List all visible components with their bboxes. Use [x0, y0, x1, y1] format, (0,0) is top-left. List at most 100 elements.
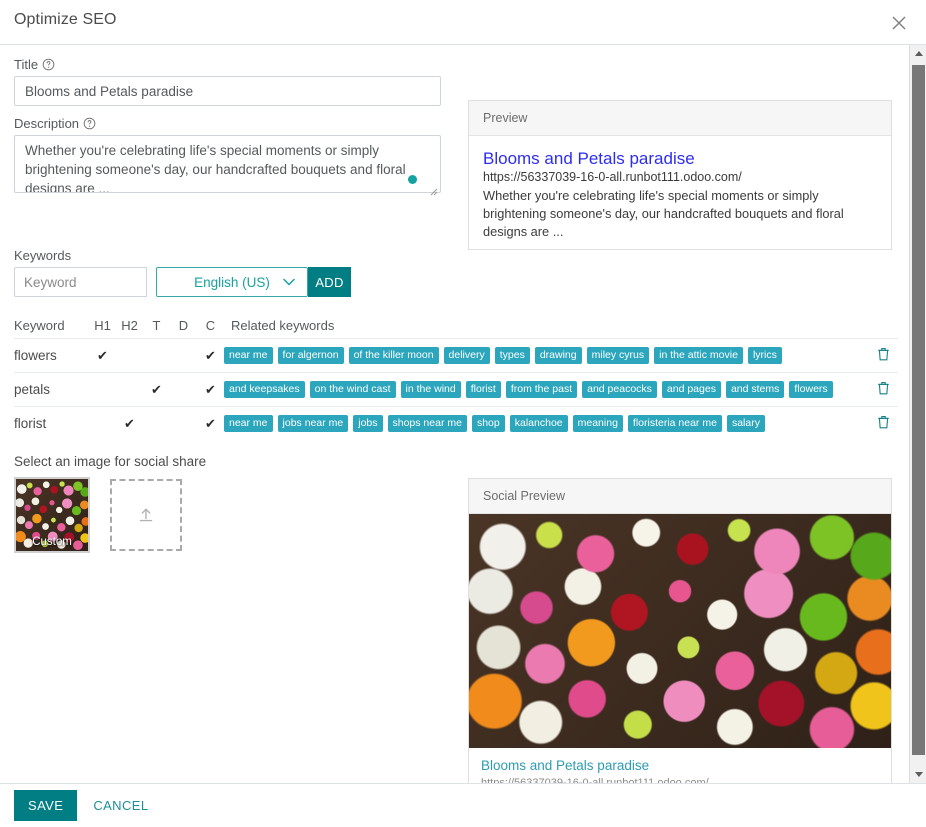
trash-icon[interactable]: [877, 415, 890, 429]
related-keyword-tag[interactable]: kalanchoe: [510, 415, 568, 432]
language-select-value: English (US): [194, 275, 270, 290]
delete-keyword-cell: [868, 415, 898, 432]
related-keyword-tag[interactable]: for algernon: [278, 347, 344, 364]
related-keyword-tag[interactable]: delivery: [444, 347, 490, 364]
dialog-body: Title Description: [0, 45, 926, 783]
optimize-seo-dialog: Optimize SEO Title: [0, 0, 926, 827]
table-row: petals ✔ ✔ and keepsakes on the wind cast in …: [14, 372, 898, 406]
serp-url: https://56337039-16-0-all.runbot111.odoo…: [483, 170, 877, 184]
related-keyword-tag[interactable]: jobs: [353, 415, 382, 432]
column-header-c: C: [197, 318, 224, 333]
cancel-button[interactable]: CANCEL: [91, 790, 150, 821]
column-header-related: Related keywords: [224, 318, 868, 333]
keyword-cell: petals: [14, 382, 89, 397]
related-keyword-tag[interactable]: on the wind cast: [310, 381, 396, 398]
related-keyword-tag[interactable]: drawing: [535, 347, 582, 364]
check-icon: ✔: [205, 382, 216, 397]
preview-panel-header: Preview: [469, 101, 891, 136]
upload-icon: [136, 505, 156, 525]
related-keyword-tag[interactable]: lyrics: [748, 347, 782, 364]
related-keyword-tag[interactable]: and stems: [726, 381, 784, 398]
upload-image-button[interactable]: [110, 479, 182, 551]
keywords-label: Keywords: [14, 248, 351, 263]
related-keyword-tag[interactable]: salary: [727, 415, 765, 432]
scroll-down-arrow-icon[interactable]: [910, 766, 926, 783]
trash-icon[interactable]: [877, 381, 890, 395]
description-label: Description: [14, 116, 79, 131]
column-header-t: T: [143, 318, 170, 333]
related-keyword-tag[interactable]: shops near me: [388, 415, 467, 432]
social-preview-title[interactable]: Blooms and Petals paradise: [481, 757, 879, 775]
dialog-header: Optimize SEO: [0, 0, 926, 45]
close-icon[interactable]: [884, 8, 914, 38]
help-circle-icon[interactable]: [42, 58, 55, 71]
related-keyword-tag[interactable]: floristeria near me: [628, 415, 722, 432]
related-keyword-tag[interactable]: florist: [466, 381, 501, 398]
related-keyword-tag[interactable]: in the attic movie: [654, 347, 743, 364]
related-keyword-tag[interactable]: and peacocks: [582, 381, 657, 398]
serp-preview-panel: Preview Blooms and Petals paradise https…: [468, 100, 892, 250]
related-keyword-tag[interactable]: in the wind: [401, 381, 461, 398]
dialog-scrollbar[interactable]: [909, 45, 926, 783]
check-icon: ✔: [151, 382, 162, 397]
language-select[interactable]: English (US): [156, 267, 308, 297]
seo-title-input[interactable]: [14, 76, 441, 106]
add-keyword-button[interactable]: ADD: [308, 267, 351, 297]
check-icon: ✔: [124, 416, 135, 431]
chevron-down-icon: [283, 278, 295, 286]
keywords-table-header: Keyword H1 H2 T D C Related keywords: [14, 312, 898, 338]
title-label: Title: [14, 57, 38, 72]
related-keyword-tag[interactable]: flowers: [789, 381, 832, 398]
description-field-group: Description: [14, 116, 441, 198]
related-keyword-tag[interactable]: meaning: [573, 415, 623, 432]
column-header-h1: H1: [89, 318, 116, 333]
social-preview-text: Blooms and Petals paradise https://56337…: [469, 748, 891, 783]
serp-title[interactable]: Blooms and Petals paradise: [483, 148, 877, 169]
check-icon: ✔: [97, 348, 108, 363]
social-image-thumbnail-custom[interactable]: Custom: [16, 479, 88, 551]
column-header-h2: H2: [116, 318, 143, 333]
keyword-input[interactable]: [14, 267, 147, 297]
related-keyword-tag[interactable]: of the killer moon: [349, 347, 439, 364]
flag-cell-c: ✔: [197, 416, 224, 431]
table-row: florist✔✔near mejobs near mejobsshops ne…: [14, 406, 898, 440]
related-keyword-tag[interactable]: miley cyrus: [587, 347, 650, 364]
related-keyword-tag[interactable]: jobs near me: [278, 415, 349, 432]
scroll-up-arrow-icon[interactable]: [910, 45, 926, 62]
table-row: flowers✔✔near mefor algernonof the kille…: [14, 338, 898, 372]
title-field-group: Title: [14, 57, 441, 106]
dialog-footer: SAVE CANCEL: [0, 783, 926, 827]
related-keywords-cell: and keepsakes on the wind cast in the wind…: [224, 381, 868, 398]
check-icon: ✔: [205, 348, 216, 363]
related-keyword-tag[interactable]: and pages: [662, 381, 721, 398]
social-image-picker: Custom: [16, 479, 182, 551]
description-wrapper: [14, 135, 441, 198]
scrollbar-thumb[interactable]: [912, 65, 925, 755]
help-circle-icon[interactable]: [83, 117, 96, 130]
description-label-row: Description: [14, 116, 441, 131]
related-keyword-tag[interactable]: near me: [224, 415, 273, 432]
keyword-add-row: English (US) ADD: [14, 267, 351, 297]
seo-description-textarea[interactable]: [14, 135, 441, 193]
column-header-d: D: [170, 318, 197, 333]
related-keyword-tag[interactable]: near me: [224, 347, 273, 364]
serp-result: Blooms and Petals paradise https://56337…: [469, 136, 891, 255]
social-image-section-label: Select an image for social share: [14, 454, 206, 469]
column-header-keyword: Keyword: [14, 318, 89, 333]
save-button[interactable]: SAVE: [14, 790, 77, 821]
flowers-photo: [469, 514, 891, 748]
related-keywords-cell: near me jobs near mejobs shops near me shop…: [224, 415, 868, 432]
flag-cell-h1: ✔: [89, 348, 116, 363]
related-keyword-tag[interactable]: shop: [472, 415, 505, 432]
related-keyword-tag[interactable]: and keepsakes: [224, 381, 305, 398]
related-keyword-tag[interactable]: types: [495, 347, 530, 364]
flag-cell-t: ✔: [143, 382, 170, 397]
thumbnail-caption: Custom: [16, 536, 88, 548]
trash-icon[interactable]: [877, 347, 890, 361]
related-keyword-tag[interactable]: from the past: [506, 381, 577, 398]
keywords-table: Keyword H1 H2 T D C Related keywords flo…: [14, 312, 898, 440]
social-preview-image: [469, 514, 891, 748]
social-preview-panel: Social Preview Blooms and Petals paradis…: [468, 478, 892, 783]
title-label-row: Title: [14, 57, 441, 72]
keywords-table-body: flowers✔✔near mefor algernonof the kille…: [14, 338, 898, 440]
